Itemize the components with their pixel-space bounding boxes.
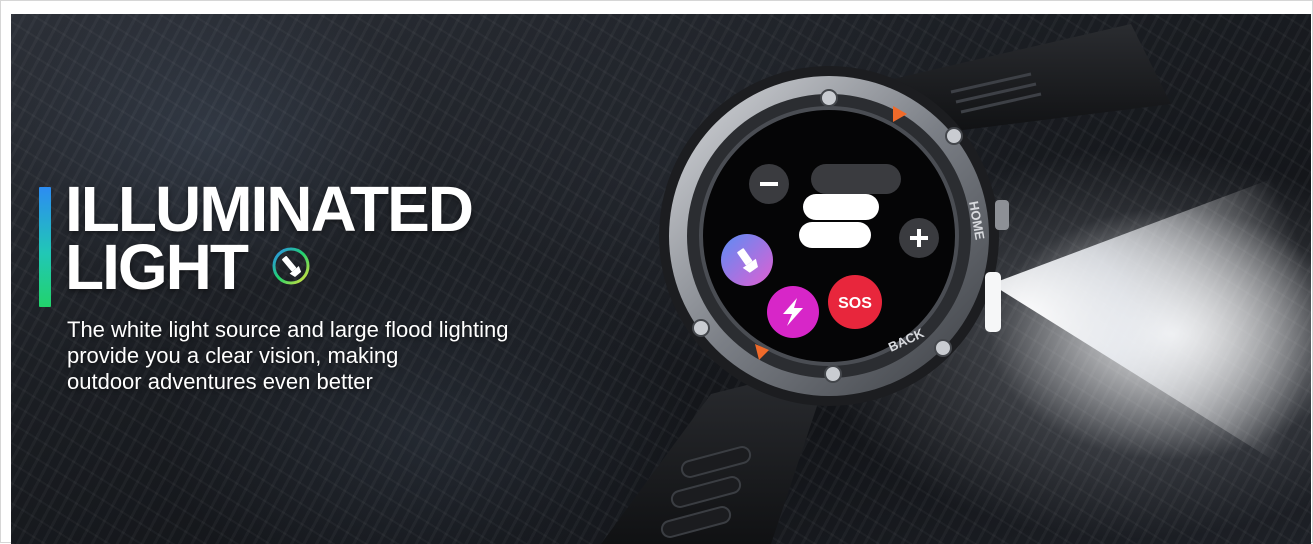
flashlight-badge-icon — [272, 247, 310, 285]
accent-bar — [39, 187, 51, 307]
ui-pill-bottom — [799, 222, 871, 248]
minus-icon — [749, 164, 789, 204]
headline-line-2-wrap: LIGHT — [65, 235, 472, 299]
headline-line-1: ILLUMINATED — [65, 173, 474, 245]
description-line-2: provide you a clear vision, making — [67, 343, 399, 368]
side-button — [995, 200, 1009, 230]
sos-label: SOS — [838, 295, 872, 312]
sos-button: SOS — [828, 275, 882, 329]
flashlight-lens — [985, 272, 1001, 332]
flashlight-beam — [991, 164, 1311, 484]
description-line-1: The white light source and large flood l… — [67, 317, 509, 342]
description: The white light source and large flood l… — [67, 317, 509, 395]
headline: ILLUMINATED LIGHT — [65, 173, 474, 299]
image-frame: ILLUMINATED LIGHT The white light source… — [0, 0, 1313, 544]
product-banner: ILLUMINATED LIGHT The white light source… — [11, 14, 1311, 544]
headline-line-2: LIGHT — [65, 231, 249, 303]
lightning-icon — [767, 286, 819, 338]
flashlight-icon — [721, 234, 773, 286]
ui-pill-middle — [803, 194, 879, 220]
smartwatch-image: HOME BACK SOS — [601, 24, 1311, 544]
plus-icon — [899, 218, 939, 258]
description-line-3: outdoor adventures even better — [67, 369, 373, 394]
ui-pill-top — [811, 164, 901, 194]
